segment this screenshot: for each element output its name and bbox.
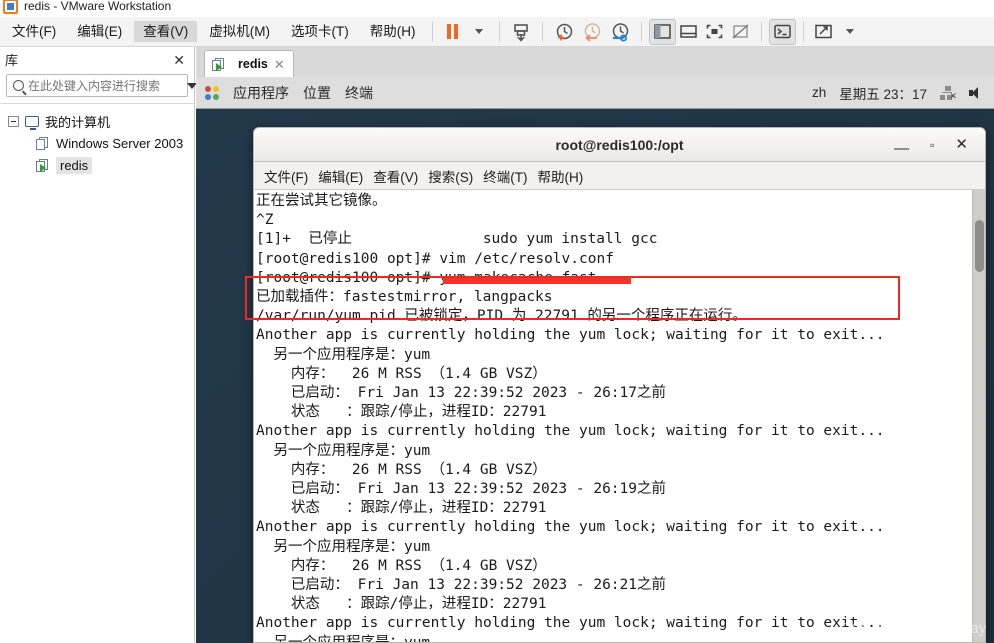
pause-icon[interactable]: [440, 19, 466, 45]
vmware-workstation-window: redis - VMware Workstation 文件(F) 编辑(E) 查…: [0, 0, 994, 643]
terminal-output[interactable]: 正在尝试其它镜像。 ^Z [1]+ 已停止 sudo yum install g…: [254, 190, 972, 642]
toolbar-separator: [498, 21, 500, 42]
terminal-titlebar: root@redis100:/opt — ▫ ✕: [254, 128, 985, 162]
expander-icon[interactable]: [8, 115, 19, 127]
close-icon[interactable]: ✕: [171, 53, 187, 67]
library-header: 库 ✕: [0, 47, 194, 72]
show-thumbnails-icon[interactable]: [676, 19, 702, 45]
terminal-window: root@redis100:/opt — ▫ ✕ 文件(F) 编辑(E) 查看(…: [253, 127, 986, 643]
terminal-menubar: 文件(F) 编辑(E) 查看(V) 搜索(S) 终端(T) 帮助(H): [254, 162, 985, 190]
show-library-icon[interactable]: [648, 18, 676, 45]
volume-icon[interactable]: [969, 86, 984, 100]
terminal-menu-file[interactable]: 文件(F): [264, 166, 308, 186]
terminal-scrollbar[interactable]: [972, 190, 985, 642]
menu-view[interactable]: 查看(V): [134, 20, 198, 43]
tree-item-label: redis: [56, 156, 93, 174]
stretch-guest-icon[interactable]: [811, 19, 837, 45]
terminal-body: 正在尝试其它镜像。 ^Z [1]+ 已停止 sudo yum install g…: [254, 190, 985, 642]
gnome-top-panel: 应用程序 位置 终端 zh 星期五 23：17 ✕: [196, 77, 994, 109]
take-snapshot-icon[interactable]: [550, 19, 578, 45]
console-view-icon[interactable]: [768, 18, 796, 45]
search-icon: [13, 80, 24, 91]
menu-file[interactable]: 文件(F): [3, 21, 65, 43]
maximize-icon[interactable]: ▫: [930, 139, 934, 151]
unity-mode-icon[interactable]: [728, 19, 754, 45]
vmware-logo-icon: [3, 0, 18, 14]
tab-label: redis: [238, 57, 268, 71]
clock[interactable]: 星期五 23：17: [839, 83, 927, 103]
library-tree: 我的计算机 Windows Server 2003 redis: [0, 103, 194, 176]
gnome-panel-status-area: zh 星期五 23：17 ✕: [812, 83, 994, 103]
menu-help[interactable]: 帮助(H): [361, 21, 425, 43]
send-ctrl-alt-del-icon[interactable]: [507, 19, 535, 45]
terminal-menu-edit[interactable]: 编辑(E): [318, 166, 363, 186]
tab-strip: redis ✕: [196, 47, 994, 77]
full-screen-icon[interactable]: [702, 19, 728, 45]
menu-tabs[interactable]: 选项卡(T): [282, 21, 358, 43]
network-disconnected-icon[interactable]: ✕: [940, 85, 957, 100]
tree-item-redis[interactable]: redis: [0, 154, 194, 176]
vm-running-icon: [36, 158, 49, 172]
library-panel: 库 ✕ 我的计算机 Windows Server 2003: [0, 47, 197, 643]
close-icon[interactable]: ✕: [955, 137, 968, 152]
gnome-applications-icon[interactable]: [205, 85, 219, 100]
toolbar-separator: [640, 21, 642, 42]
tree-item-my-computer[interactable]: 我的计算机: [0, 110, 194, 132]
keyboard-layout-indicator[interactable]: zh: [812, 85, 826, 100]
menu-vm[interactable]: 虚拟机(M): [200, 21, 279, 43]
tree-item-windows-server-2003[interactable]: Windows Server 2003: [0, 132, 194, 154]
tree-item-label: Windows Server 2003: [56, 135, 184, 151]
snapshot-manager-icon[interactable]: [606, 19, 634, 45]
minimize-icon[interactable]: —: [894, 141, 909, 156]
gnome-menu-applications[interactable]: 应用程序: [233, 83, 289, 103]
tab-redis[interactable]: redis ✕: [204, 50, 294, 77]
toolbar-separator: [802, 21, 804, 42]
close-icon[interactable]: ✕: [274, 58, 285, 71]
terminal-menu-terminal[interactable]: 终端(T): [483, 166, 527, 186]
my-computer-icon: [25, 115, 39, 130]
stretch-dropdown-caret-icon[interactable]: [837, 19, 863, 45]
window-title: redis - VMware Workstation: [24, 0, 172, 13]
power-dropdown-caret-icon[interactable]: [466, 19, 492, 45]
gnome-menu-places[interactable]: 位置: [303, 83, 331, 103]
scrollbar-thumb[interactable]: [975, 220, 984, 272]
revert-snapshot-icon[interactable]: [578, 19, 606, 45]
terminal-menu-help[interactable]: 帮助(H): [538, 166, 584, 186]
library-search-wrap: [0, 72, 197, 103]
menu-edit[interactable]: 编辑(E): [68, 21, 131, 43]
library-title: 库: [5, 53, 19, 68]
guest-desktop: root@redis100:/opt — ▫ ✕ 文件(F) 编辑(E) 查看(…: [196, 109, 994, 643]
terminal-title: root@redis100:/opt: [555, 136, 684, 153]
gnome-menu-terminal[interactable]: 终端: [345, 83, 373, 103]
menu-toolbar: 文件(F) 编辑(E) 查看(V) 虚拟机(M) 选项卡(T) 帮助(H): [0, 17, 994, 47]
search-input[interactable]: [28, 78, 183, 93]
toolbar-separator: [760, 21, 762, 42]
search-box[interactable]: [6, 74, 197, 97]
window-titlebar: redis - VMware Workstation: [0, 0, 994, 17]
terminal-menu-search[interactable]: 搜索(S): [428, 166, 473, 186]
terminal-window-buttons: — ▫ ✕: [894, 137, 985, 156]
vm-icon: [36, 136, 49, 150]
tree-item-label: 我的计算机: [45, 114, 111, 130]
toolbar-separator: [541, 21, 543, 42]
toolbar-separator: [431, 21, 433, 42]
vm-running-icon: [212, 57, 225, 71]
terminal-menu-view[interactable]: 查看(V): [373, 166, 418, 186]
